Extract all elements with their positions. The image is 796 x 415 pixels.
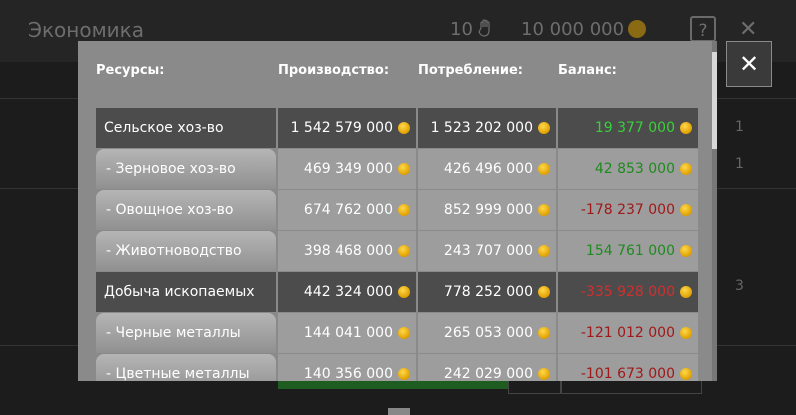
resource-toggle-button[interactable]: - Цветные металлы (96, 354, 276, 381)
production-text: 144 041 000 (303, 325, 393, 341)
modal-close-button[interactable]: ✕ (726, 41, 772, 87)
side-value: 3 (735, 278, 744, 294)
resource-toggle-button[interactable]: - Зерновое хоз-во (96, 149, 276, 189)
production-value: 469 349 000 (278, 149, 416, 189)
production-value: 1 542 579 000 (278, 108, 416, 148)
balance-value: -121 012 000 (558, 313, 698, 353)
coin-icon (398, 368, 410, 380)
consumption-value: 426 496 000 (418, 149, 556, 189)
balance-text: 154 761 000 (585, 243, 675, 259)
consumption-value: 778 252 000 (418, 272, 556, 312)
coin-icon (538, 204, 550, 216)
consumption-text: 265 053 000 (443, 325, 533, 341)
consumption-value: 243 707 000 (418, 231, 556, 271)
production-text: 469 349 000 (303, 161, 393, 177)
coin-icon (538, 163, 550, 175)
balance-text: 42 853 000 (594, 161, 675, 177)
consumption-text: 1 523 202 000 (430, 120, 533, 136)
scroll-handle[interactable] (388, 408, 410, 415)
balance-value: -335 928 000 (558, 272, 698, 312)
balance-value: -101 673 000 (558, 354, 698, 381)
resource-name: Сельское хоз-во (96, 108, 276, 148)
coin-icon (538, 245, 550, 257)
consumption-value: 852 999 000 (418, 190, 556, 230)
coin-icon (680, 163, 692, 175)
table-row: - Зерновое хоз-во 469 349 000 426 496 00… (96, 149, 698, 189)
table-row: - Цветные металлы 140 356 000 242 029 00… (96, 354, 698, 381)
consumption-value: 265 053 000 (418, 313, 556, 353)
workers-count: 10 (450, 19, 473, 40)
production-text: 674 762 000 (303, 202, 393, 218)
consumption-text: 242 029 000 (443, 366, 533, 381)
balance-text: -335 928 000 (580, 284, 675, 300)
table-row: - Черные металлы 144 041 000 265 053 000… (96, 313, 698, 353)
coin-icon (680, 245, 692, 257)
coin-icon (398, 204, 410, 216)
resource-name: Добыча ископаемых (96, 272, 276, 312)
consumption-text: 778 252 000 (443, 284, 533, 300)
consumption-value: 1 523 202 000 (418, 108, 556, 148)
coin-icon (538, 327, 550, 339)
side-value: 1 (735, 156, 744, 172)
table-row: Добыча ископаемых 442 324 000 778 252 00… (96, 272, 698, 312)
coin-icon (398, 245, 410, 257)
balance-text: -101 673 000 (580, 366, 675, 381)
coin-icon (398, 286, 410, 298)
balance-text: -178 237 000 (580, 202, 675, 218)
hand-icon (478, 19, 490, 37)
production-text: 140 356 000 (303, 366, 393, 381)
balance-value: -178 237 000 (558, 190, 698, 230)
coin-icon (680, 122, 692, 134)
balance-text: 19 377 000 (594, 120, 675, 136)
balance-value: 42 853 000 (558, 149, 698, 189)
table-row: - Овощное хоз-во 674 762 000 852 999 000… (96, 190, 698, 230)
coin-icon (398, 122, 410, 134)
coin-icon (538, 368, 550, 380)
production-text: 442 324 000 (303, 284, 393, 300)
table-row: Сельское хоз-во 1 542 579 000 1 523 202 … (96, 108, 698, 148)
production-value: 398 468 000 (278, 231, 416, 271)
coin-icon (398, 163, 410, 175)
header-resources: Ресурсы: (96, 63, 165, 78)
resource-toggle-button[interactable]: - Овощное хоз-во (96, 190, 276, 230)
side-value: 1 (735, 119, 744, 135)
resource-toggle-button[interactable]: - Животноводство (96, 231, 276, 271)
coin-icon (398, 327, 410, 339)
production-value: 140 356 000 (278, 354, 416, 381)
balance-text: -121 012 000 (580, 325, 675, 341)
balance-value: 154 761 000 (558, 231, 698, 271)
production-text: 1 542 579 000 (290, 120, 393, 136)
money-amount: 10 000 000 (521, 19, 625, 40)
resource-toggle-button[interactable]: - Черные металлы (96, 313, 276, 353)
table-row: - Животноводство 398 468 000 243 707 000… (96, 231, 698, 271)
resource-table: Сельское хоз-во 1 542 579 000 1 523 202 … (96, 108, 698, 381)
coin-icon (538, 286, 550, 298)
production-text: 398 468 000 (303, 243, 393, 259)
header-production: Производство: (278, 63, 390, 78)
coin-icon (538, 122, 550, 134)
consumption-text: 852 999 000 (443, 202, 533, 218)
modal-scrollbar-thumb[interactable] (712, 52, 717, 149)
coin-icon (680, 204, 692, 216)
coin-icon (680, 368, 692, 380)
header-balance: Баланс: (558, 63, 617, 78)
coin-icon (628, 20, 646, 38)
consumption-text: 243 707 000 (443, 243, 533, 259)
consumption-text: 426 496 000 (443, 161, 533, 177)
resource-balance-modal: Ресурсы: Производство: Потребление: Бала… (78, 41, 717, 381)
help-button[interactable]: ? (690, 16, 716, 42)
coin-icon (680, 327, 692, 339)
progress-bar (278, 381, 508, 389)
production-value: 144 041 000 (278, 313, 416, 353)
header-consumption: Потребление: (418, 63, 523, 78)
consumption-value: 242 029 000 (418, 354, 556, 381)
window-title: Экономика (28, 18, 145, 42)
production-value: 442 324 000 (278, 272, 416, 312)
balance-value: 19 377 000 (558, 108, 698, 148)
window-close-icon[interactable]: ✕ (739, 17, 757, 42)
coin-icon (680, 286, 692, 298)
production-value: 674 762 000 (278, 190, 416, 230)
